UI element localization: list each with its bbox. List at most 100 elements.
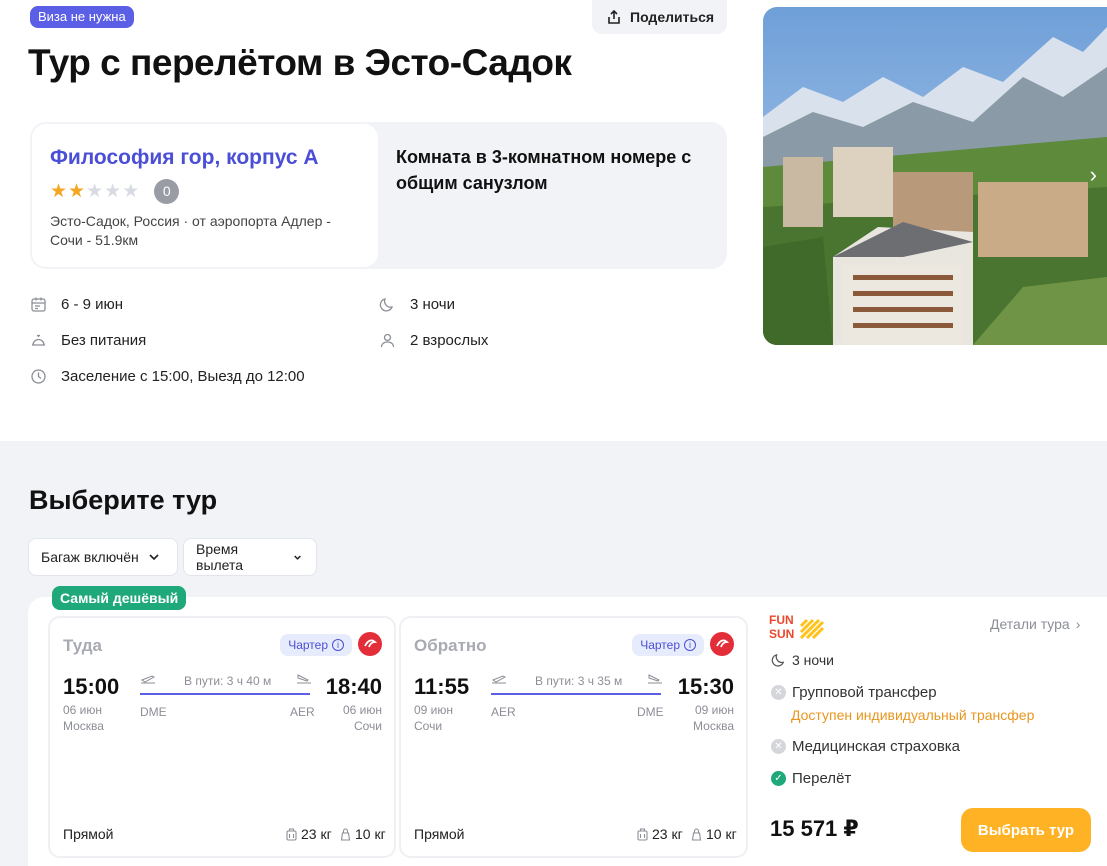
moon-icon [379,298,394,312]
flight-leg-return[interactable]: Обратно Чартер i 11:55 09 июн Сочи В пут… [399,616,748,858]
room-type: Комната в 3-комнатном номере с общим сан… [396,147,692,193]
inclusion-insurance-label: Медицинская страховка [792,738,961,755]
charter-badge: Чартер i [632,634,704,656]
departure-date: 06 июн [63,703,103,717]
hand-luggage-weight: 10 кг [706,826,737,842]
tour-nights-text: 3 ночи [792,652,834,668]
share-button[interactable]: Поделиться [592,0,727,34]
fact-checkin-text: Заселение с 15:00, Выезд до 12:00 [61,368,305,385]
departure-time-filter[interactable]: Время вылета [183,538,317,576]
fact-nights: 3 ночи [379,296,455,313]
info-icon[interactable]: i [332,639,344,651]
not-included-icon: ✕ [771,739,786,754]
charter-label: Чартер [288,638,328,652]
handbag-icon [691,827,702,841]
chevron-right-icon: › [1075,616,1081,632]
takeoff-icon [140,675,156,684]
leg-direction: Туда [63,636,103,655]
chevron-down-icon [149,554,159,561]
tour-details-label: Детали тура [990,616,1070,632]
hotel-photo [763,7,1107,345]
suitcase-icon [286,827,297,841]
star-icon: ★ [68,180,86,202]
landing-icon [648,674,662,684]
select-tour-button[interactable]: Выбрать тур [961,808,1091,852]
checked-baggage-weight: 23 кг [301,826,332,842]
suitcase-icon [637,827,648,841]
departure-city: Сочи [414,719,443,733]
tour-details-link[interactable]: Детали тура › [990,616,1080,632]
inclusion-transfer: ✕ Групповой трансфер [771,684,937,701]
flight-type: Прямой [414,826,465,842]
departure-time: 15:00 [63,674,120,699]
flight-duration: В пути: 3 ч 40 м [184,674,272,688]
moon-icon [771,653,785,667]
fact-meals: Без питания [30,332,146,349]
hotel-location: Эсто-Садок, Россия · от аэропорта Адлер … [50,213,331,248]
airline-logo-icon [710,632,734,656]
carousel-next-icon[interactable]: › [1090,162,1097,188]
visa-badge: Виза не нужна [30,6,134,28]
arrival-airport-code: AER [290,705,315,719]
cheapest-badge: Самый дешёвый [52,586,187,610]
departure-time: 11:55 [414,674,470,699]
airline-logo-icon [358,632,382,656]
arrival-city: Москва [693,719,734,733]
checked-baggage: 23 кг [286,826,332,842]
departure-time-filter-label: Время вылета [196,541,244,573]
takeoff-icon [491,675,507,684]
checked-baggage: 23 кг [637,826,683,842]
section-title: Выберите тур [29,485,218,515]
charter-badge: Чартер i [280,634,352,656]
fact-guests-text: 2 взрослых [410,332,489,349]
arrival-time: 18:40 [325,674,382,699]
share-label: Поделиться [630,9,715,25]
arrival-time: 15:30 [677,674,734,699]
checked-baggage-weight: 23 кг [652,826,683,842]
flight-duration: В пути: 3 ч 35 м [535,674,623,688]
tour-nights: 3 ночи [771,652,834,668]
departure-city: Москва [63,719,104,733]
fact-nights-text: 3 ночи [410,296,455,313]
not-included-icon: ✕ [771,685,786,700]
hand-luggage: 10 кг [691,826,737,842]
food-cloche-icon [32,334,45,346]
star-icon: ★ [122,180,140,202]
inclusion-transfer-label: Групповой трансфер [792,684,937,701]
hotel-location-city: Эсто-Садок, Россия [50,213,180,229]
flight-type: Прямой [63,826,114,842]
leg-direction: Обратно [414,636,487,655]
fact-checkin: Заселение с 15:00, Выезд до 12:00 [30,368,305,385]
tour-operator-logo: FUN SUN [769,613,825,640]
individual-transfer-link[interactable]: Доступен индивидуальный трансфер [791,707,1034,723]
star-icon: ★ [50,180,68,202]
fact-meals-text: Без питания [61,332,147,349]
baggage-filter-label: Багаж включён [41,549,139,565]
arrival-date: 09 июн [694,703,734,717]
share-icon [608,9,620,24]
departure-date: 09 июн [414,703,454,717]
inclusion-flight-label: Перелёт [792,770,852,787]
hand-luggage-weight: 10 кг [355,826,386,842]
charter-label: Чартер [640,638,680,652]
fact-dates-text: 6 - 9 июн [61,296,124,313]
hotel-info-panel: Философия гор, корпус А ★ ★ ★ ★ ★ 0 Эсто… [30,122,727,269]
flight-leg-outbound[interactable]: Туда Чартер i 15:00 06 июн Москва В пути… [48,616,396,858]
inclusion-insurance: ✕ Медицинская страховка [771,738,960,755]
included-check-icon: ✓ [771,771,786,786]
arrival-city: Сочи [353,719,382,733]
hotel-name-link[interactable]: Философия гор, корпус А [50,146,360,170]
star-icon: ★ [104,180,122,202]
hotel-photo-carousel[interactable]: › [763,7,1107,345]
fact-guests: 2 взрослых [379,332,488,349]
review-score-badge[interactable]: 0 [154,178,180,204]
clock-icon [31,369,46,384]
baggage-filter[interactable]: Багаж включён [28,538,178,576]
person-icon [380,333,395,348]
arrival-date: 06 июн [342,703,382,717]
tour-header-section: Виза не нужна Поделиться Тур с перелётом… [0,0,1107,440]
info-icon[interactable]: i [684,639,696,651]
fact-dates: 6 - 9 июн [30,296,123,313]
route-line [140,693,310,695]
hand-luggage: 10 кг [340,826,386,842]
